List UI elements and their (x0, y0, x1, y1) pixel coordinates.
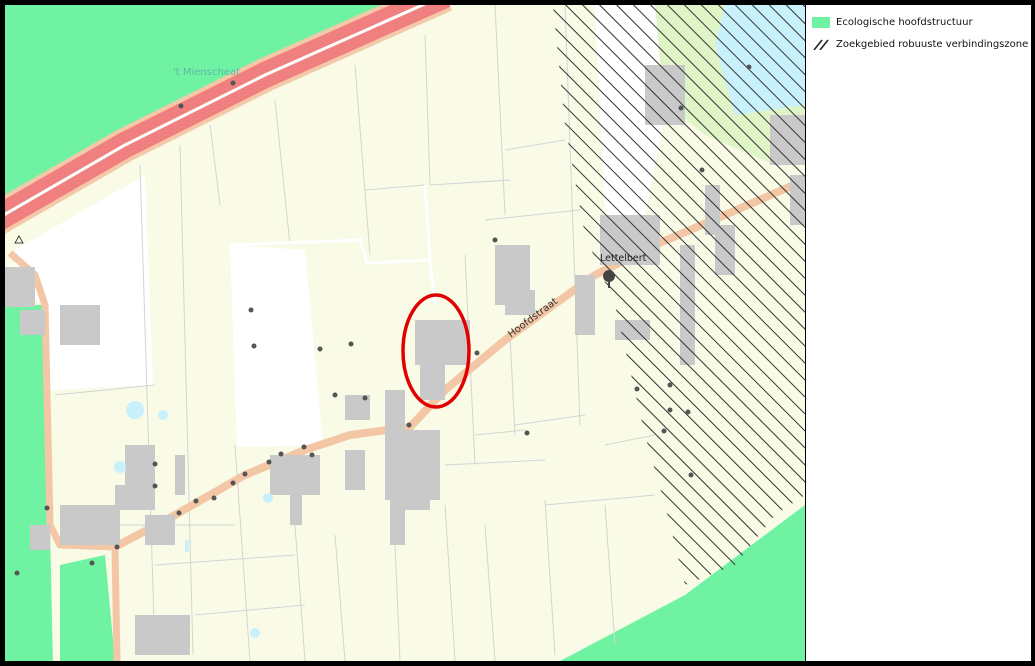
green-fill-icon (812, 16, 830, 28)
diagonal-hatch-icon (812, 39, 830, 50)
map-canvas[interactable]: 't Mienscheat Lettelbert Hoofdstraat (5, 5, 805, 661)
legend-label: Ecologische hoofdstructuur (836, 16, 973, 28)
legend-item-search-zone: Zoekgebied robuuste verbindingszone (812, 37, 1028, 51)
legend-label: Zoekgebied robuuste verbindingszone (836, 38, 1029, 50)
map-legend: Ecologische hoofdstructuur Zoekgebied ro… (806, 5, 1031, 661)
map-frame: 't Mienscheat Lettelbert Hoofdstraat Eco… (0, 0, 1035, 666)
place-label-mienscheard: 't Mienscheat (173, 67, 240, 78)
legend-item-ecological: Ecologische hoofdstructuur (812, 15, 973, 29)
place-label-lettelbert: Lettelbert (600, 253, 647, 264)
map-svg: 't Mienscheat Lettelbert Hoofdstraat (5, 5, 805, 661)
